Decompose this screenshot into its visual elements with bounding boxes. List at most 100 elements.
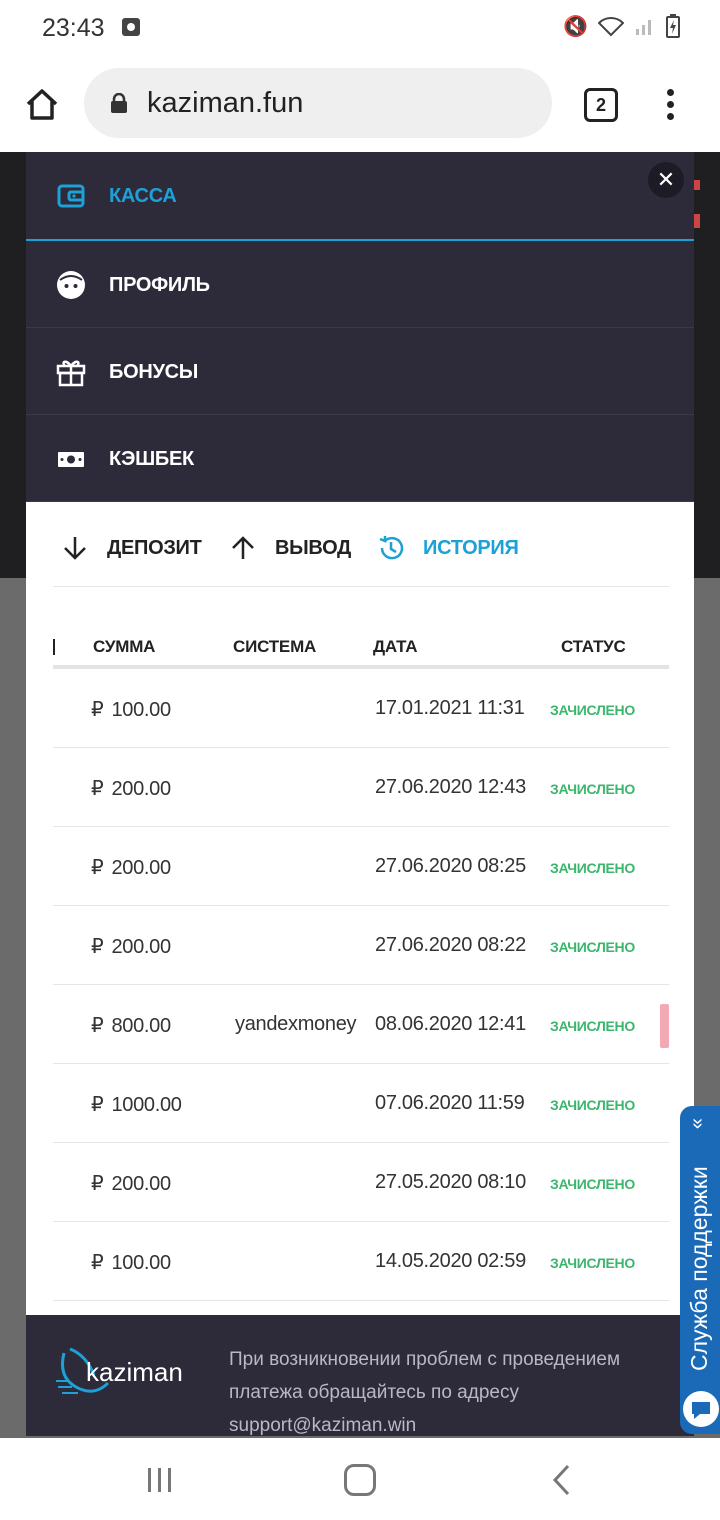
date-cell: 27.05.2020 08:10 bbox=[375, 1171, 526, 1193]
tab-history[interactable]: ИСТОРИЯ bbox=[377, 533, 519, 563]
sum-value: 1000.00 bbox=[111, 1094, 182, 1116]
sum-cell: ₽200.00 bbox=[91, 776, 171, 801]
sum-cell: ₽200.00 bbox=[91, 1171, 171, 1196]
column-stub bbox=[53, 639, 55, 655]
tab-switcher-button[interactable]: 2 bbox=[584, 88, 618, 122]
background-fragment bbox=[694, 214, 700, 228]
cashier-modal: КАССА ПРОФИЛЬ БОНУСЫ КЭШБЕК ✕ ДЕПОЗИТ ВЫ… bbox=[26, 152, 694, 1436]
tab-withdraw[interactable]: ВЫВОД bbox=[229, 533, 351, 563]
tab-label: ВЫВОД bbox=[275, 536, 352, 559]
table-row: ₽1000.00 07.06.2020 11:59 ЗАЧИСЛЕНО bbox=[53, 1064, 669, 1143]
status-badge: ЗАЧИСЛЕНО bbox=[550, 939, 635, 955]
lock-icon bbox=[111, 93, 127, 113]
table-header: СУММА СИСТЕМА ДАТА СТАТУС bbox=[53, 617, 669, 669]
column-header-sum: СУММА bbox=[93, 637, 156, 656]
column-header-status: СТАТУС bbox=[561, 637, 626, 656]
menu-item-bonuses[interactable]: БОНУСЫ bbox=[26, 328, 694, 415]
menu-item-cashback[interactable]: КЭШБЕК bbox=[26, 415, 694, 502]
ruble-sign: ₽ bbox=[91, 1252, 104, 1274]
close-button[interactable]: ✕ bbox=[648, 162, 684, 198]
table-row: ₽200.00 27.05.2020 08:10 ЗАЧИСЛЕНО bbox=[53, 1143, 669, 1222]
history-table: СУММА СИСТЕМА ДАТА СТАТУС ₽100.00 17.01.2… bbox=[53, 617, 669, 1301]
status-badge: ЗАЧИСЛЕНО bbox=[550, 1097, 635, 1113]
home-icon[interactable] bbox=[24, 86, 60, 122]
menu-item-kassa[interactable]: КАССА bbox=[26, 152, 694, 241]
browser-menu-icon[interactable] bbox=[660, 86, 680, 126]
arrow-up-icon bbox=[232, 536, 254, 559]
signal-icon bbox=[636, 20, 651, 35]
wifi-icon bbox=[598, 17, 624, 37]
menu-item-label: БОНУСЫ bbox=[109, 361, 199, 383]
sum-cell: ₽100.00 bbox=[91, 697, 171, 722]
sum-cell: ₽1000.00 bbox=[91, 1092, 182, 1117]
date-cell: 27.06.2020 08:25 bbox=[375, 855, 526, 877]
sum-value: 800.00 bbox=[111, 1015, 171, 1037]
menu-item-label: КЭШБЕК bbox=[109, 448, 194, 470]
kaziman-logo: kaziman bbox=[56, 1347, 183, 1394]
table-row: ₽200.00 27.06.2020 08:22 ЗАЧИСЛЕНО bbox=[53, 906, 669, 985]
sum-value: 200.00 bbox=[111, 778, 171, 800]
date-cell: 08.06.2020 12:41 bbox=[375, 1013, 526, 1035]
table-row: ₽200.00 27.06.2020 08:25 ЗАЧИСЛЕНО bbox=[53, 827, 669, 906]
sum-value: 100.00 bbox=[111, 699, 171, 721]
home-nav-button[interactable] bbox=[344, 1464, 376, 1496]
cashier-footer: kaziman При возникновении проблем с пров… bbox=[26, 1315, 694, 1436]
ruble-sign: ₽ bbox=[91, 857, 104, 879]
date-cell: 17.01.2021 11:31 bbox=[375, 697, 525, 719]
status-bar: 23:43 🔇 bbox=[0, 0, 720, 58]
date-cell: 07.06.2020 11:59 bbox=[375, 1092, 525, 1114]
system-cell: yandexmoney bbox=[235, 1013, 357, 1035]
menu-item-label: ПРОФИЛЬ bbox=[109, 274, 210, 296]
recent-apps-icon[interactable] bbox=[146, 1468, 174, 1492]
tab-label: ИСТОРИЯ bbox=[423, 536, 519, 559]
status-badge: ЗАЧИСЛЕНО bbox=[550, 860, 635, 876]
menu-item-profile[interactable]: ПРОФИЛЬ bbox=[26, 241, 694, 328]
notification-icon bbox=[122, 18, 140, 36]
status-time: 23:43 bbox=[42, 14, 105, 42]
sum-cell: ₽100.00 bbox=[91, 1250, 171, 1275]
ruble-sign: ₽ bbox=[91, 1015, 104, 1037]
footer-support-message: При возникновении проблем с проведением … bbox=[229, 1349, 621, 1436]
ruble-sign: ₽ bbox=[91, 778, 104, 800]
sum-value: 100.00 bbox=[111, 1252, 171, 1274]
expand-arrows-icon: « bbox=[686, 1117, 709, 1130]
mute-icon: 🔇 bbox=[563, 14, 588, 38]
table-row: ₽100.00 17.01.2021 11:31 ЗАЧИСЛЕНО bbox=[53, 669, 669, 748]
cash-icon bbox=[58, 452, 84, 467]
support-tab[interactable]: « Служба поддержки bbox=[680, 1106, 720, 1434]
back-icon[interactable] bbox=[550, 1464, 574, 1496]
sum-value: 200.00 bbox=[111, 1173, 171, 1195]
chat-icon[interactable] bbox=[680, 1388, 720, 1430]
tab-deposit[interactable]: ДЕПОЗИТ bbox=[61, 533, 202, 563]
gift-icon bbox=[56, 360, 86, 387]
battery-icon bbox=[666, 14, 680, 38]
wallet-icon bbox=[57, 184, 85, 208]
browser-toolbar: kaziman.fun 2 bbox=[0, 58, 720, 152]
status-badge: ЗАЧИСЛЕНО bbox=[550, 1255, 635, 1271]
ruble-sign: ₽ bbox=[91, 1094, 104, 1116]
ruble-sign: ₽ bbox=[91, 936, 104, 958]
address-bar[interactable]: kaziman.fun bbox=[84, 68, 552, 138]
tab-label: ДЕПОЗИТ bbox=[107, 536, 202, 559]
menu-item-label: КАССА bbox=[109, 185, 177, 207]
status-badge: ЗАЧИСЛЕНО bbox=[550, 781, 635, 797]
system-navigation-bar bbox=[0, 1438, 720, 1520]
status-badge: ЗАЧИСЛЕНО bbox=[550, 702, 635, 718]
column-header-date: ДАТА bbox=[373, 637, 418, 656]
history-icon bbox=[379, 536, 404, 560]
sum-value: 200.00 bbox=[111, 936, 171, 958]
status-icons: 🔇 bbox=[563, 14, 680, 38]
table-body: ₽100.00 17.01.2021 11:31 ЗАЧИСЛЕНО ₽200.00 2… bbox=[53, 669, 669, 1301]
status-badge: ЗАЧИСЛЕНО bbox=[550, 1176, 635, 1192]
arrow-down-icon bbox=[64, 537, 86, 560]
face-icon bbox=[57, 271, 85, 299]
url-text[interactable]: kaziman.fun bbox=[147, 87, 303, 120]
cashier-tabs: ДЕПОЗИТ ВЫВОД ИСТОРИЯ bbox=[53, 501, 669, 587]
sum-cell: ₽200.00 bbox=[91, 934, 171, 959]
column-header-system: СИСТЕМА bbox=[233, 637, 317, 656]
table-row: ₽200.00 27.06.2020 12:43 ЗАЧИСЛЕНО bbox=[53, 748, 669, 827]
date-cell: 14.05.2020 02:59 bbox=[375, 1250, 526, 1272]
date-cell: 27.06.2020 08:22 bbox=[375, 934, 526, 956]
cashier-menu: КАССА ПРОФИЛЬ БОНУСЫ КЭШБЕК ✕ bbox=[26, 152, 694, 502]
sum-cell: ₽800.00 bbox=[91, 1013, 171, 1038]
